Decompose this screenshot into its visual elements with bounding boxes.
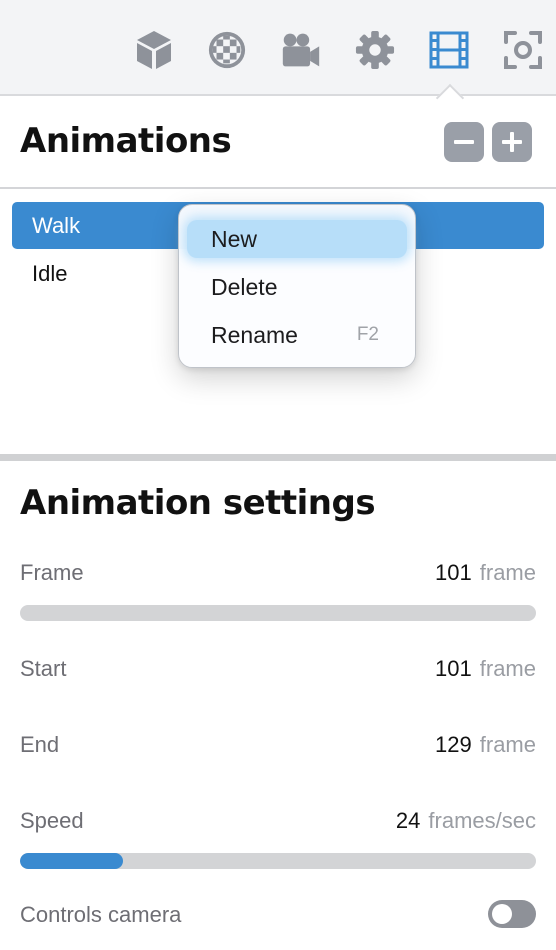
- material-ball-icon[interactable]: [207, 28, 247, 72]
- menu-item-label: New: [211, 226, 258, 252]
- speed-value[interactable]: 24 frames/sec: [396, 808, 536, 834]
- video-camera-icon[interactable]: [281, 28, 321, 72]
- gear-icon[interactable]: [355, 28, 395, 72]
- menu-item-label: Delete: [211, 274, 278, 300]
- film-strip-icon[interactable]: [429, 28, 469, 72]
- settings-title: Animation settings: [20, 483, 376, 523]
- frame-value: 101 frame: [435, 560, 536, 586]
- end-label: End: [20, 732, 60, 757]
- end-number: 129: [435, 732, 472, 757]
- cube-icon[interactable]: [134, 28, 174, 72]
- speed-label: Speed: [20, 808, 84, 833]
- frame-label: Frame: [20, 560, 84, 585]
- animation-item-label: Walk: [32, 213, 81, 238]
- focus-frame-icon[interactable]: [503, 28, 543, 72]
- start-number: 101: [435, 656, 472, 681]
- controls-camera-toggle[interactable]: [488, 900, 536, 928]
- remove-animation-button[interactable]: [444, 122, 484, 162]
- speed-unit: frames/sec: [428, 808, 536, 833]
- minus-icon: [454, 140, 474, 144]
- speed-slider-fill: [20, 853, 124, 869]
- frame-number: 101: [435, 560, 472, 585]
- menu-item-delete[interactable]: Delete: [187, 268, 407, 306]
- toggle-knob: [492, 904, 512, 924]
- context-menu: New Delete Rename F2: [178, 204, 416, 368]
- frame-unit: frame: [479, 560, 536, 585]
- animation-item-label: Idle: [32, 261, 68, 286]
- toolbar: [0, 0, 556, 96]
- controls-camera-label: Controls camera: [20, 902, 182, 927]
- speed-slider[interactable]: [20, 853, 536, 869]
- menu-item-label: Rename: [211, 322, 298, 348]
- menu-item-new[interactable]: New: [187, 220, 407, 258]
- start-label: Start: [20, 656, 67, 681]
- frame-slider[interactable]: [20, 605, 536, 621]
- add-animation-button[interactable]: [492, 122, 532, 162]
- end-value[interactable]: 129 frame: [435, 732, 536, 758]
- end-unit: frame: [479, 732, 536, 757]
- section-divider: [0, 187, 556, 189]
- start-unit: frame: [479, 656, 536, 681]
- panel-divider: [0, 454, 556, 461]
- menu-item-rename[interactable]: Rename F2: [187, 316, 407, 354]
- start-value[interactable]: 101 frame: [435, 656, 536, 682]
- rename-shortcut: F2: [356, 324, 379, 345]
- plus-icon: [502, 132, 522, 152]
- speed-number: 24: [395, 808, 421, 833]
- animations-title: Animations: [20, 121, 232, 161]
